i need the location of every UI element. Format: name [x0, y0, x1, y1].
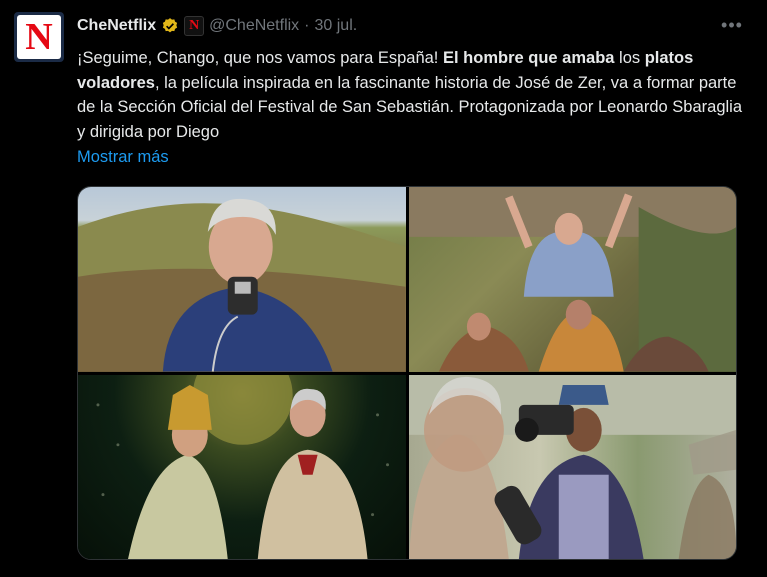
affiliate-badge-icon[interactable]: N	[184, 16, 205, 36]
text-part: los	[614, 49, 645, 67]
media-photo-2[interactable]	[408, 187, 736, 372]
text-part: , la película inspirada en la fascinante…	[77, 73, 743, 141]
crowd-celebrating-image	[408, 187, 736, 372]
handle[interactable]: @CheNetflix	[209, 17, 299, 35]
tweet-text: ¡Seguime, Chango, que nos vamos para Esp…	[77, 46, 749, 144]
text-bold: El hombre que amaba	[442, 49, 615, 67]
media-photo-3[interactable]	[78, 374, 406, 559]
display-name[interactable]: CheNetflix	[77, 17, 156, 35]
verified-badge-icon	[163, 18, 178, 33]
media-photo-1[interactable]	[78, 187, 406, 372]
man-with-microphone-image	[78, 198, 406, 372]
netflix-logo: N	[17, 15, 61, 59]
show-more-link[interactable]: Mostrar más	[77, 148, 169, 167]
separator: ·	[304, 17, 310, 34]
media-photo-4[interactable]	[408, 374, 736, 559]
tweet-header: CheNetflix N @CheNetflix · 30 jul.	[77, 14, 357, 38]
cameraman-image	[408, 374, 736, 559]
timestamp[interactable]: 30 jul.	[315, 17, 358, 35]
stage-couple-image	[96, 374, 390, 559]
media-grid	[77, 186, 737, 560]
more-horizontal-icon[interactable]: •••	[717, 10, 747, 40]
text-part: ¡Seguime, Chango, que nos vamos para Esp…	[77, 49, 443, 67]
tweet[interactable]: N CheNetflix N @CheNetflix · 30 jul. •••…	[0, 0, 767, 577]
avatar[interactable]: N	[14, 12, 64, 62]
